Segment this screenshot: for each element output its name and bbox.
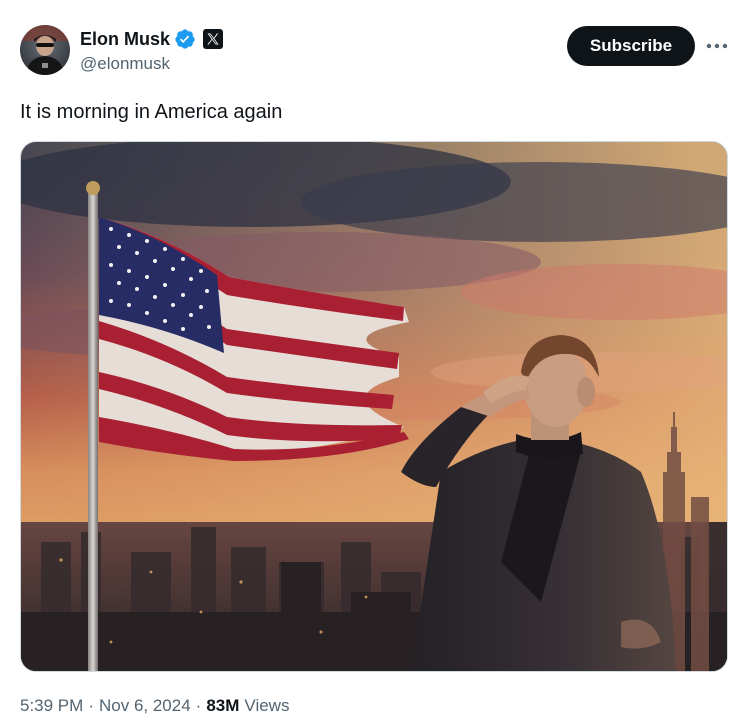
avatar[interactable]	[20, 25, 70, 75]
views-label[interactable]: Views	[244, 696, 289, 716]
subscribe-button[interactable]: Subscribe	[567, 26, 695, 66]
views-count[interactable]: 83M	[206, 696, 239, 716]
tweet-text: It is morning in America again	[20, 101, 283, 123]
handle[interactable]: @elonmusk	[80, 54, 223, 76]
separator: ·	[195, 696, 202, 715]
tweet-meta: 5:39 PM · Nov 6, 2024 · 83M Views	[20, 694, 289, 718]
tweet-media-image[interactable]	[20, 141, 728, 672]
photo	[21, 142, 727, 671]
tweet-time[interactable]: 5:39 PM	[20, 696, 83, 716]
x-logo-icon[interactable]	[203, 29, 224, 49]
more-options-icon[interactable]	[702, 34, 732, 58]
avatar-image	[20, 25, 70, 75]
tweet-date[interactable]: Nov 6, 2024	[99, 696, 191, 716]
name-row: Elon Musk	[80, 27, 224, 51]
display-name[interactable]: Elon Musk	[80, 29, 170, 50]
tweet-card: Elon Musk @elonmusk Subscribe It is morn…	[0, 0, 746, 728]
user-meta: Elon Musk @elonmusk	[80, 27, 224, 76]
separator: ·	[88, 696, 94, 715]
verified-badge-icon[interactable]	[174, 28, 196, 50]
